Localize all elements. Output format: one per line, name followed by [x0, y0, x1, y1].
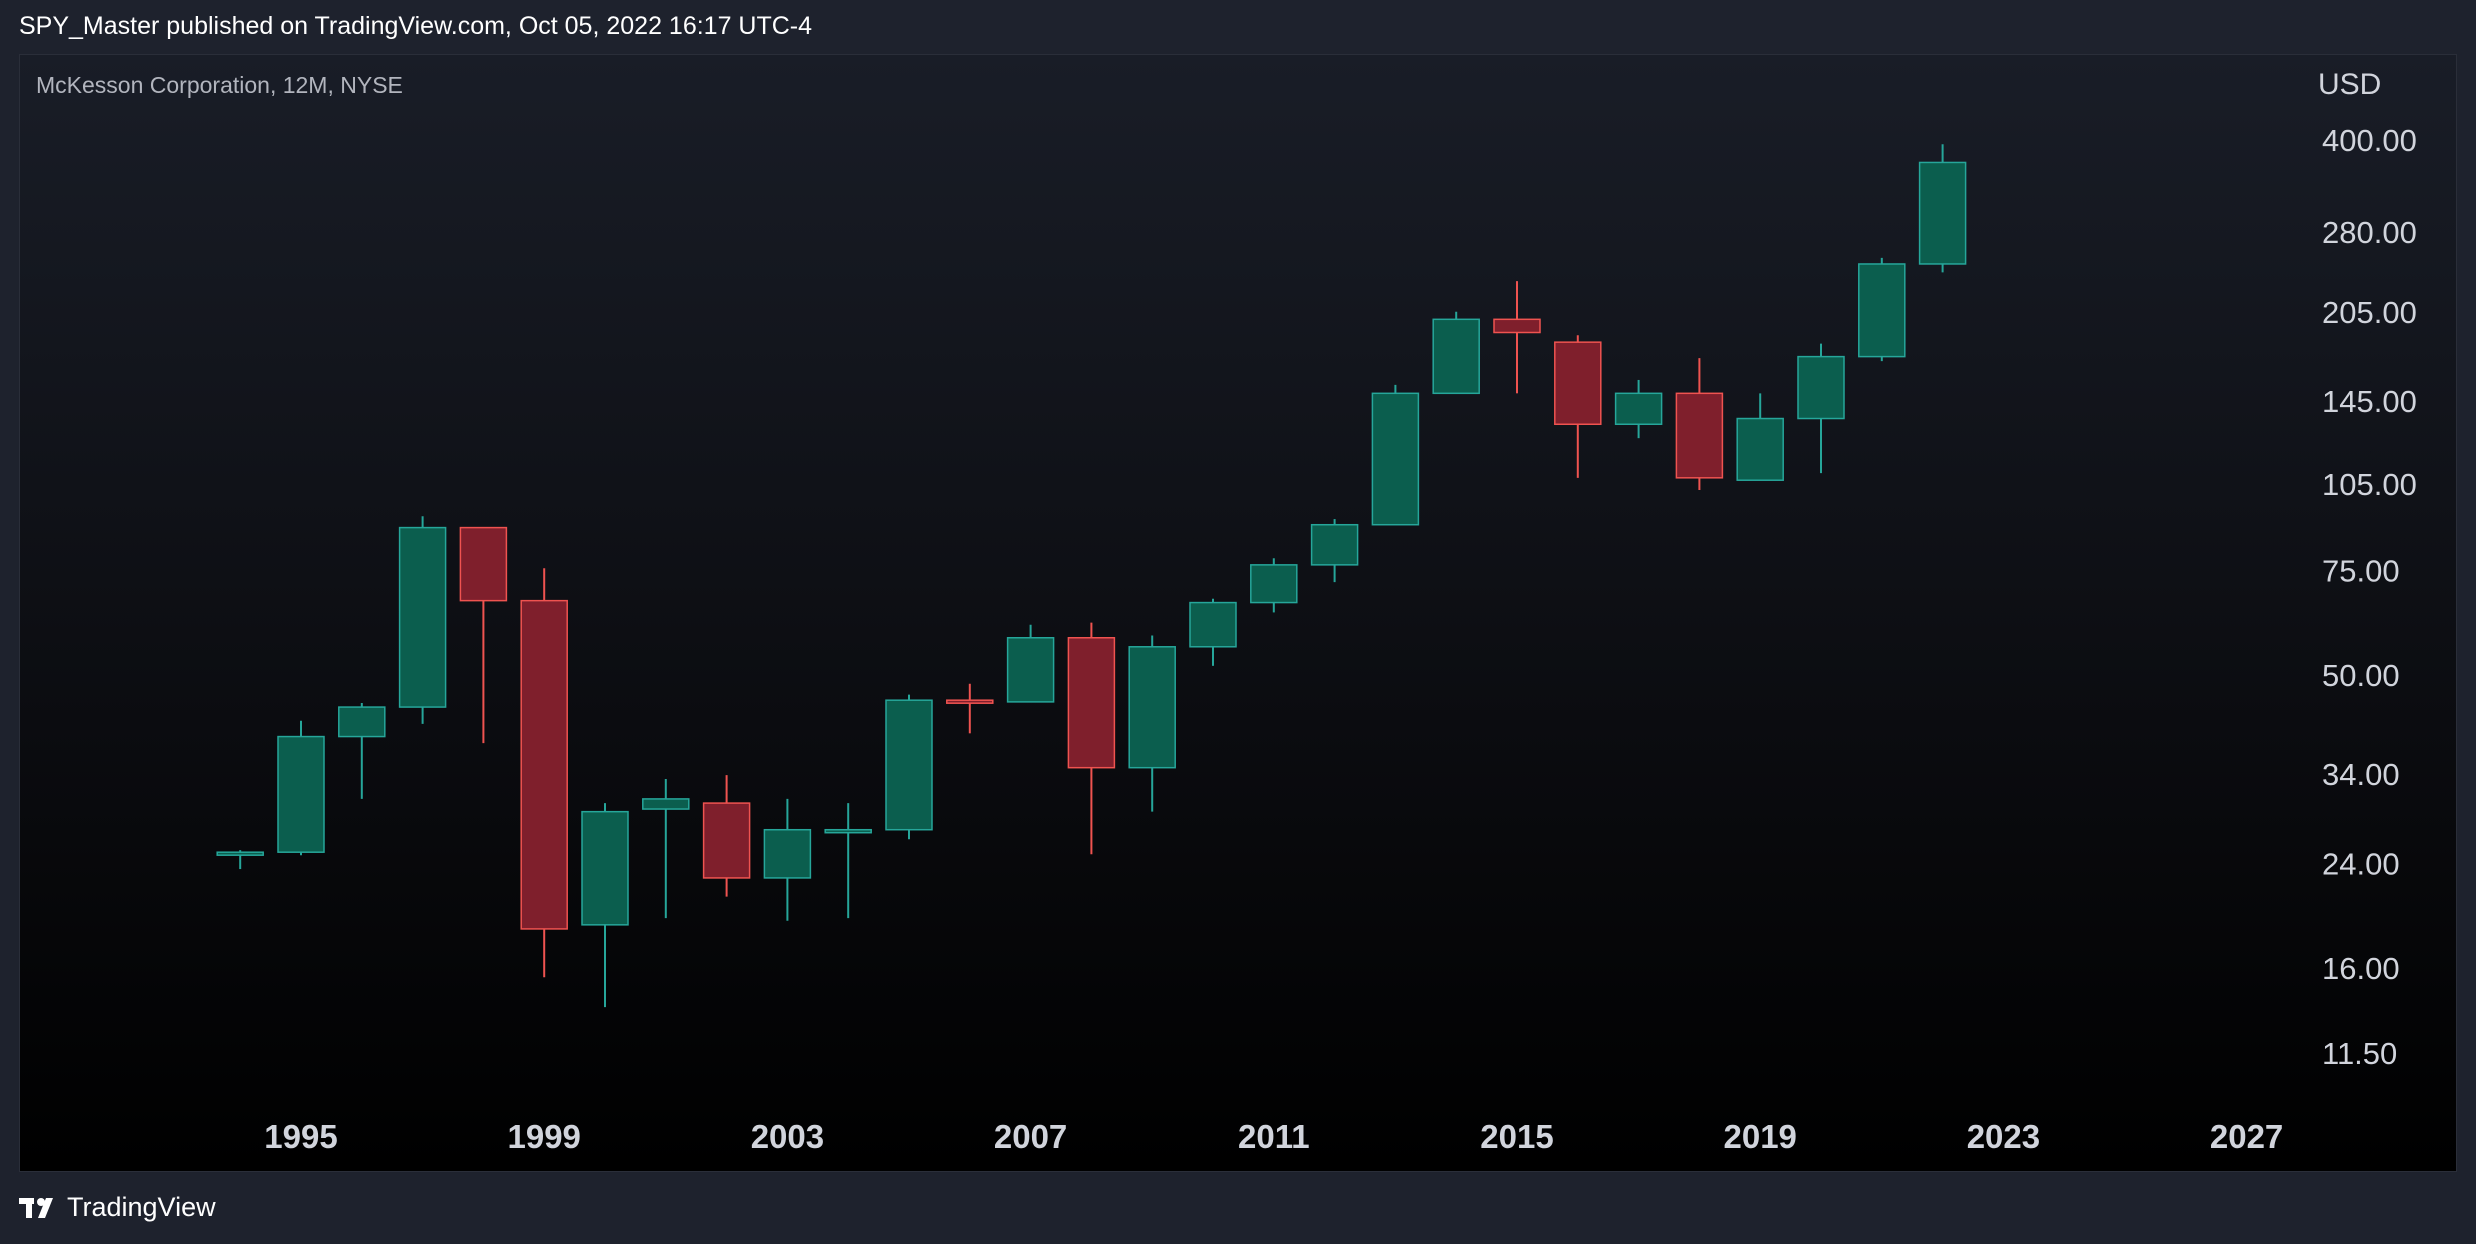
- x-tick-label: 1995: [264, 1118, 337, 1155]
- candle-body: [1736, 417, 1784, 481]
- y-tick-label: 11.50: [2322, 1036, 2397, 1071]
- candle-2017[interactable]: [1614, 379, 1663, 439]
- y-tick-label: 75.00: [2322, 554, 2400, 589]
- y-tick-label: 50.00: [2322, 658, 2400, 693]
- y-tick-label: 16.00: [2322, 951, 2400, 986]
- candle-body: [1128, 646, 1176, 769]
- y-tick-label: 34.00: [2322, 757, 2400, 792]
- candle-body: [1006, 636, 1055, 703]
- tradingview-logo-icon: [19, 1197, 53, 1218]
- candle-body: [1067, 636, 1116, 769]
- candle-body: [1614, 392, 1663, 426]
- x-tick-label: 2019: [1723, 1118, 1796, 1155]
- y-tick-label: 105.00: [2322, 467, 2417, 502]
- tradingview-brand[interactable]: TradingView: [19, 1192, 216, 1223]
- candle-body: [946, 699, 994, 704]
- candle-2010[interactable]: [1189, 598, 1237, 666]
- candle-body: [1554, 341, 1602, 426]
- candle-2009[interactable]: [1128, 635, 1176, 812]
- candle-body: [1189, 601, 1237, 648]
- candle-2003[interactable]: [763, 798, 812, 921]
- candle-2016[interactable]: [1554, 335, 1602, 478]
- y-tick-label: 280.00: [2322, 215, 2417, 250]
- y-axis: 400.00 280.00 205.00 145.00 105.00 75.00 50.00…: [2322, 123, 2417, 1071]
- x-tick-label: 2023: [1967, 1118, 2040, 1155]
- candle-2013[interactable]: [1371, 384, 1420, 526]
- candle-body: [459, 526, 508, 602]
- candle-2007[interactable]: [1006, 624, 1055, 703]
- candle-2019[interactable]: [1736, 393, 1784, 481]
- x-tick-label: 2011: [1238, 1118, 1310, 1155]
- candle-1998[interactable]: [459, 526, 508, 744]
- candle-2004[interactable]: [824, 803, 872, 919]
- candle-body: [1371, 392, 1420, 526]
- candle-body: [520, 599, 568, 930]
- candle-body: [1797, 355, 1845, 420]
- brand-label: TradingView: [67, 1192, 216, 1222]
- candle-2015[interactable]: [1493, 281, 1541, 394]
- candle-body: [1493, 318, 1541, 334]
- candle-body: [885, 699, 933, 831]
- candle-body: [398, 526, 447, 708]
- candles-layer: [216, 144, 1967, 1008]
- candle-body: [1310, 523, 1359, 566]
- candle-1999[interactable]: [520, 568, 568, 978]
- candle-2002[interactable]: [702, 775, 751, 897]
- candle-2022[interactable]: [1918, 144, 1967, 273]
- candle-1994[interactable]: [216, 850, 264, 870]
- candle-2005[interactable]: [885, 694, 933, 840]
- candle-body: [1918, 161, 1967, 265]
- candle-body: [1432, 318, 1480, 395]
- candle-2000[interactable]: [581, 803, 629, 1008]
- x-tick-label: 2015: [1480, 1118, 1553, 1155]
- candle-body: [1250, 564, 1298, 604]
- candle-2021[interactable]: [1858, 257, 1906, 362]
- candle-body: [1675, 392, 1724, 479]
- candle-2011[interactable]: [1250, 558, 1298, 613]
- candle-2018[interactable]: [1675, 358, 1724, 491]
- x-tick-label: 2007: [994, 1118, 1067, 1155]
- y-tick-label: 400.00: [2322, 123, 2417, 158]
- candle-2008[interactable]: [1067, 622, 1116, 855]
- x-tick-label: 1999: [507, 1118, 580, 1155]
- candle-2006[interactable]: [946, 683, 994, 734]
- candlestick-chart[interactable]: 400.00 280.00 205.00 145.00 105.00 75.00 50.00…: [0, 0, 2476, 1244]
- x-axis: 1995 1999 2003 2007 2011 2015 2019 2023 2027: [264, 1118, 2283, 1155]
- candle-2001[interactable]: [642, 778, 690, 919]
- candle-body: [702, 802, 751, 879]
- candle-body: [216, 851, 264, 856]
- candle-2012[interactable]: [1310, 519, 1359, 583]
- candle-body: [277, 735, 325, 853]
- candle-body: [338, 706, 386, 738]
- candle-1996[interactable]: [338, 703, 386, 799]
- candle-body: [1858, 263, 1906, 358]
- x-tick-label: 2003: [751, 1118, 824, 1155]
- candle-body: [763, 828, 812, 879]
- candle-body: [642, 798, 690, 810]
- candle-2014[interactable]: [1432, 311, 1480, 395]
- candle-body: [824, 828, 872, 834]
- y-tick-label: 205.00: [2322, 295, 2417, 330]
- x-tick-label: 2027: [2210, 1118, 2283, 1155]
- candle-body: [581, 810, 629, 926]
- candle-2020[interactable]: [1797, 343, 1845, 474]
- y-tick-label: 145.00: [2322, 384, 2417, 419]
- candle-1997[interactable]: [398, 516, 447, 724]
- candle-1995[interactable]: [277, 720, 325, 856]
- y-tick-label: 24.00: [2322, 847, 2400, 882]
